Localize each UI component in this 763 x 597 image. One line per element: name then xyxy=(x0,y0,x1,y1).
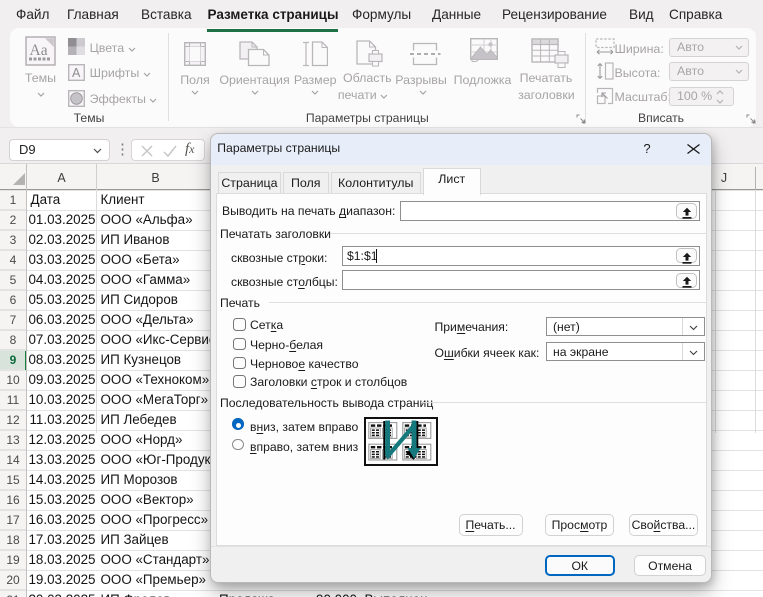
svg-text:A: A xyxy=(72,66,81,80)
svg-text:Aa: Aa xyxy=(30,42,48,59)
